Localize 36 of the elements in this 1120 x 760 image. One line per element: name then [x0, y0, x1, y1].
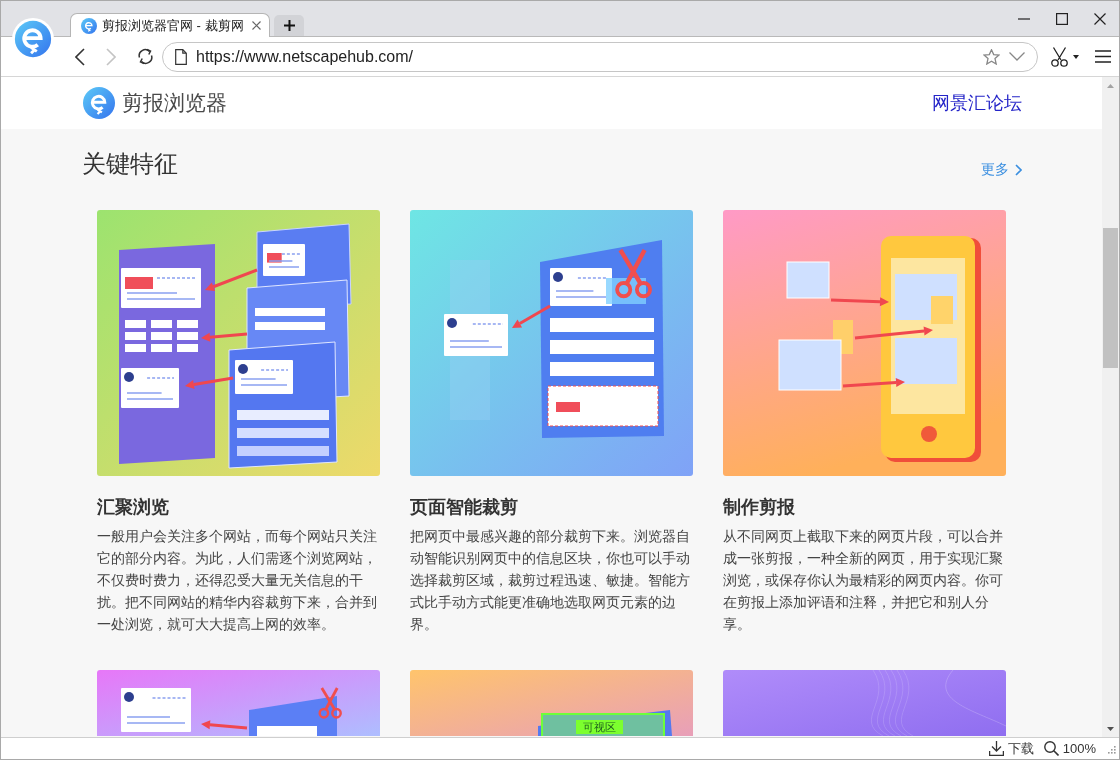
feature-description: 把网页中最感兴趣的部分裁剪下来。浏览器自动智能识别网页中的信息区块，你也可以手动选择裁剪区域，裁剪过程迅速、敏捷。智能方式比手动方式能更准确地选取网页元素的边界。 [409, 528, 691, 634]
scroll-down-icon[interactable] [1107, 726, 1114, 731]
download-icon [988, 741, 1004, 756]
visible-area-label: 可视区 [575, 720, 623, 734]
maximize-icon[interactable] [1056, 12, 1068, 25]
resize-grip-icon [1106, 743, 1116, 754]
caret-icon[interactable] [1073, 54, 1079, 59]
browser-tab[interactable]: 剪报浏览器官网 - 裁剪网 [70, 13, 270, 37]
plus-icon [283, 20, 295, 31]
download-button[interactable]: 下载 [988, 739, 1034, 758]
chevron-right-icon [1014, 164, 1022, 176]
search-icon [1043, 741, 1059, 756]
brand-name: 剪报浏览器 [121, 90, 227, 116]
zoom-button[interactable]: 100% [1043, 741, 1096, 756]
page-icon [175, 48, 187, 65]
scrollbar-track[interactable] [1102, 77, 1119, 737]
e-logo-icon [81, 17, 97, 34]
scrollbar-thumb[interactable] [1103, 228, 1118, 368]
star-icon[interactable] [983, 48, 1000, 65]
menu-icon[interactable] [1095, 50, 1111, 63]
feature-description: 一般用户会关注多个网站，而每个网站只关注它的部分内容。为此，人们需逐个浏览网站，不仅费时费力，还得忍受大量无关信息的干扰。把不同网站的精华内容裁剪下来，合并到一处浏览，就可大大提高上网的效率。 [96, 528, 378, 634]
chevron-down-icon[interactable] [1009, 52, 1025, 61]
minimize-icon[interactable] [1018, 17, 1030, 20]
close-icon[interactable] [1094, 12, 1106, 25]
scissors-icon[interactable] [1050, 46, 1069, 67]
brand-logo-icon [82, 87, 115, 119]
close-icon[interactable] [252, 21, 261, 30]
feature-title: 页面智能裁剪 [409, 496, 519, 519]
section-title: 关键特征 [81, 149, 178, 179]
reload-icon[interactable] [137, 48, 154, 65]
feature-title: 制作剪报 [722, 496, 796, 519]
new-tab-button[interactable] [274, 15, 304, 36]
feature-description: 从不同网页上截取下来的网页片段，可以合并成一张剪报，一种全新的网页，用于实现汇聚浏览，或保存你认为最精彩的网页内容。你可在剪报上添加评语和注释，并把它和别人分享。 [722, 528, 1004, 634]
feature-title: 汇聚浏览 [96, 496, 170, 519]
back-icon[interactable] [75, 47, 85, 66]
forum-link[interactable]: 网景汇论坛 [931, 91, 1022, 115]
